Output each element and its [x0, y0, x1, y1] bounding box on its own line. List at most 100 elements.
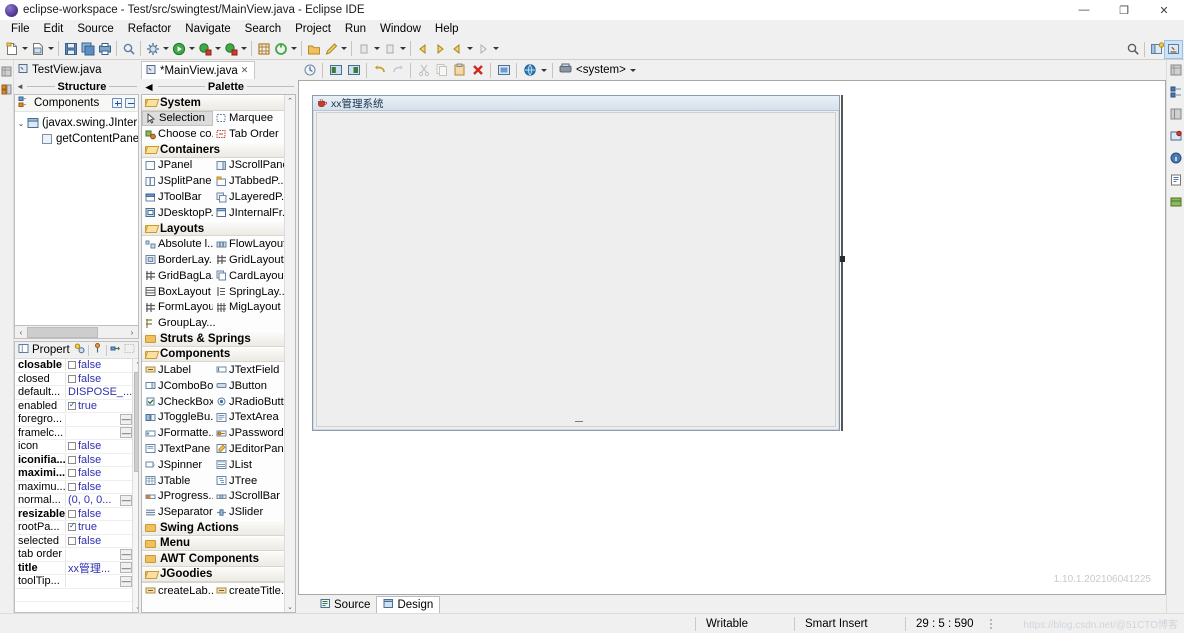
collapse-palette-icon[interactable]: ◄ — [143, 80, 155, 94]
palette-item-jbutton[interactable]: JButton — [213, 378, 284, 394]
menu-source[interactable]: Source — [70, 22, 120, 36]
property-row[interactable]: resizable false — [15, 507, 133, 521]
search-icon[interactable] — [120, 40, 137, 57]
checkbox-icon[interactable] — [68, 455, 76, 464]
menu-edit[interactable]: Edit — [37, 22, 71, 36]
checkbox-icon[interactable] — [68, 442, 76, 451]
menu-file[interactable]: File — [4, 22, 37, 36]
property-row[interactable]: title xx管理... — — [15, 559, 133, 576]
property-row[interactable]: iconifia... false — [15, 453, 133, 467]
hscroll-track[interactable] — [27, 326, 126, 338]
property-value[interactable]: false — [65, 467, 132, 480]
property-row[interactable]: closable false — [15, 359, 133, 373]
vscroll-down-arrow[interactable]: ⌄ — [133, 601, 138, 612]
new-wizard-dropdown-icon[interactable] — [46, 40, 55, 57]
properties-vscrollbar[interactable]: ⌃ ⌄ — [132, 359, 138, 612]
menu-search[interactable]: Search — [238, 22, 288, 36]
menu-window[interactable]: Window — [373, 22, 428, 36]
palette-item-jtree[interactable]: JTree — [213, 473, 284, 489]
palette-item-create-label[interactable]: createLab... — [142, 583, 213, 599]
menu-refactor[interactable]: Refactor — [121, 22, 178, 36]
external-tools-dropdown-icon[interactable] — [289, 40, 298, 57]
look-and-feel-dropdown-icon[interactable] — [629, 62, 638, 79]
palette-item-cardlayout[interactable]: CardLayout — [213, 268, 284, 284]
vscroll-thumb[interactable] — [134, 372, 138, 472]
palette-item-jslider[interactable]: JSlider — [213, 504, 284, 520]
open-design-icon[interactable] — [345, 62, 362, 79]
new-file-dropdown-icon[interactable] — [20, 40, 29, 57]
palette-item-jtable[interactable]: JTable — [142, 473, 213, 489]
close-button[interactable]: ✕ — [1144, 0, 1184, 20]
property-value[interactable]: — — [65, 548, 133, 560]
look-and-feel-selector[interactable]: <system> — [557, 62, 640, 79]
external-tools-icon[interactable] — [272, 40, 289, 57]
property-row[interactable]: maximi... false — [15, 467, 133, 481]
palette-item-jlist[interactable]: JList — [213, 457, 284, 473]
tab-design[interactable]: Design — [376, 596, 441, 613]
next-annotation-icon[interactable] — [381, 40, 398, 57]
internal-frame-preview[interactable]: xx管理系统 — [312, 95, 840, 431]
checkbox-icon[interactable] — [68, 536, 76, 545]
new-java-package-icon[interactable] — [255, 40, 272, 57]
property-row[interactable]: closed false — [15, 372, 133, 386]
palette-item-absolute-layout[interactable]: Absolute l... — [142, 236, 213, 252]
declaration-icon[interactable] — [1170, 174, 1182, 189]
palette-item-boxlayout[interactable]: BoxLayout — [142, 284, 213, 300]
vscroll-track[interactable] — [133, 370, 138, 601]
tree-row[interactable]: ⌄ (javax.swing.JInterna — [15, 115, 138, 131]
editor-tab-mainview[interactable]: *MainView.java ✕ — [141, 61, 256, 79]
property-value[interactable]: — — [65, 575, 133, 587]
property-editor-button[interactable]: — — [120, 575, 133, 587]
palette-category-struts-springs[interactable]: Struts & Springs — [142, 331, 284, 347]
property-value[interactable]: true — [65, 521, 132, 534]
palette-item-grouplayout[interactable]: GroupLay... — [142, 315, 284, 331]
menu-help[interactable]: Help — [428, 22, 466, 36]
previous-annotation-dropdown-icon[interactable] — [372, 40, 381, 57]
save-icon[interactable] — [62, 40, 79, 57]
palette-item-marquee[interactable]: Marquee — [213, 111, 284, 127]
palette-item-gridlayout[interactable]: GridLayout — [213, 252, 284, 268]
locale-globe-icon[interactable] — [521, 62, 538, 79]
palette-item-choose-component[interactable]: Choose co... — [142, 126, 213, 142]
run-icon[interactable] — [170, 40, 187, 57]
palette-item-jcheckbox[interactable]: JCheckBox — [142, 394, 213, 410]
new-wizard-icon[interactable] — [29, 40, 46, 57]
build-icon[interactable] — [144, 40, 161, 57]
delete-icon[interactable] — [469, 62, 486, 79]
paste-icon[interactable] — [451, 62, 468, 79]
debug-dropdown-icon[interactable] — [213, 40, 222, 57]
palette-category-containers[interactable]: Containers — [142, 142, 284, 158]
property-row[interactable]: normal... (0, 0, 0... — — [15, 494, 133, 508]
goto-definition-icon[interactable] — [110, 343, 121, 357]
print-icon[interactable] — [96, 40, 113, 57]
menu-run[interactable]: Run — [338, 22, 373, 36]
palette-item-jradiobutton[interactable]: JRadioButt... — [213, 394, 284, 410]
property-value[interactable]: false — [65, 372, 132, 385]
save-all-icon[interactable] — [79, 40, 96, 57]
collapse-structure-icon[interactable]: ◄ — [16, 82, 24, 91]
palette-category-layouts[interactable]: Layouts — [142, 220, 284, 237]
hscroll-left-arrow[interactable]: ‹ — [15, 327, 27, 338]
editor-tab-testview[interactable]: TestView.java — [14, 61, 108, 79]
test-refresh-icon[interactable] — [301, 62, 318, 79]
property-value[interactable]: xx管理... — — [65, 559, 133, 576]
property-value[interactable]: false — [65, 480, 132, 493]
property-editor-button[interactable]: — — [120, 562, 133, 574]
tab-source[interactable]: Source — [314, 596, 376, 613]
open-source-icon[interactable] — [327, 62, 344, 79]
javadoc-icon[interactable] — [1170, 152, 1182, 167]
maximize-button[interactable]: ❐ — [1104, 0, 1144, 20]
property-row[interactable]: icon false — [15, 440, 133, 454]
cut-icon[interactable] — [415, 62, 432, 79]
previous-annotation-icon[interactable] — [355, 40, 372, 57]
open-perspective-icon[interactable] — [1148, 41, 1165, 58]
property-editor-button[interactable]: — — [120, 413, 133, 425]
canvas-resize-handle[interactable] — [840, 256, 845, 262]
property-row[interactable]: rootPa... true — [15, 521, 133, 535]
build-dropdown-icon[interactable] — [161, 40, 170, 57]
property-row[interactable]: selected false — [15, 534, 133, 548]
palette-item-jlabel[interactable]: JLabel — [142, 362, 213, 378]
palette-category-swing-actions[interactable]: Swing Actions — [142, 520, 284, 536]
open-type-icon[interactable] — [305, 40, 322, 57]
palette-item-jtogglebutton[interactable]: JToggleBu... — [142, 409, 213, 425]
